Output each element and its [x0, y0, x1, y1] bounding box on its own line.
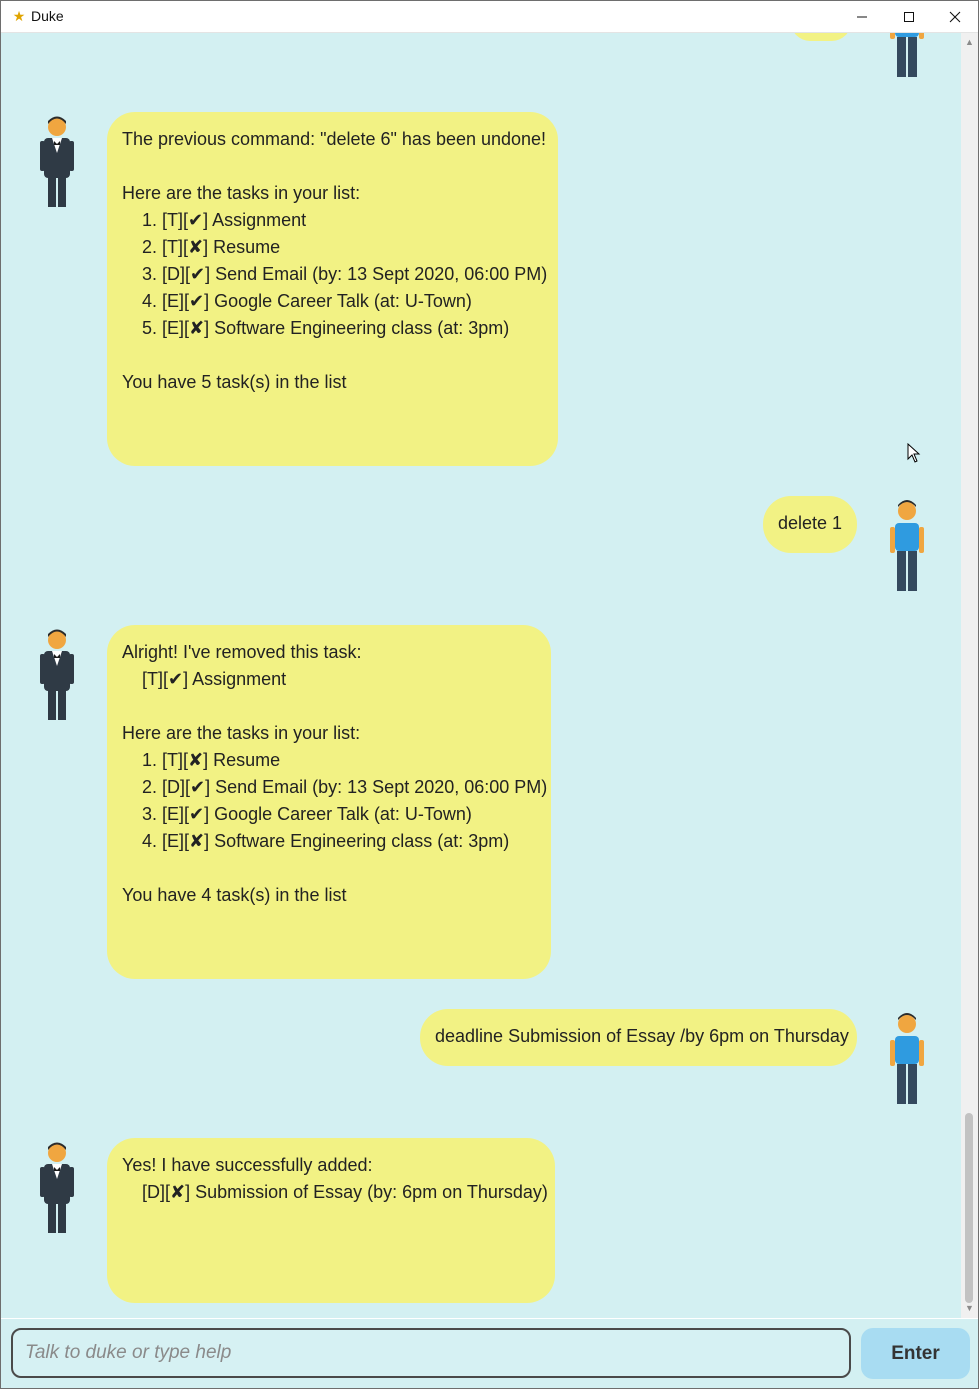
user-message-bubble-partial — [791, 33, 851, 41]
app-window: ★ Duke The previous command: "delete 6" … — [0, 0, 979, 1389]
message-line: delete 1 — [778, 513, 843, 533]
message-line: deadline Submission of Essay /by 6pm on … — [435, 1026, 849, 1046]
message-line: Here are the tasks in your list: — [122, 723, 361, 743]
message-line — [122, 153, 543, 180]
scroll-up-icon[interactable]: ▲ — [961, 35, 978, 49]
message-line — [122, 855, 536, 882]
close-icon — [949, 11, 961, 22]
user-message-bubble: delete 1 — [763, 496, 857, 553]
duke-avatar-icon — [40, 116, 74, 207]
message-line: You have 4 task(s) in the list — [122, 885, 347, 905]
user-avatar-icon — [890, 33, 924, 77]
message-line: 1. [T][✔] Assignment — [122, 210, 307, 230]
vertical-scrollbar[interactable]: ▲ ▼ — [961, 33, 978, 1318]
minimize-icon — [857, 16, 867, 17]
enter-button[interactable]: Enter — [861, 1328, 970, 1379]
message-line: 3. [D][✔] Send Email (by: 13 Sept 2020, … — [122, 264, 548, 284]
message-line — [122, 693, 536, 720]
message-line: [T][✔] Assignment — [122, 669, 287, 689]
duke-avatar-icon — [40, 629, 74, 720]
message-line: 5. [E][✘] Software Engineering class (at… — [122, 318, 510, 338]
scroll-down-icon[interactable]: ▼ — [961, 1301, 978, 1315]
close-button[interactable] — [932, 1, 978, 32]
maximize-icon — [904, 11, 914, 22]
maximize-button[interactable] — [886, 1, 932, 32]
message-line: The previous command: "delete 6" has bee… — [122, 129, 547, 149]
message-line: Alright! I've removed this task: — [122, 642, 362, 662]
duke-message-bubble: The previous command: "delete 6" has bee… — [107, 112, 558, 466]
chat-scroll-pane[interactable]: The previous command: "delete 6" has bee… — [1, 33, 961, 1318]
title-bar: ★ Duke — [1, 1, 978, 33]
message-line — [122, 342, 543, 369]
user-avatar-icon — [890, 500, 924, 591]
message-input[interactable] — [11, 1328, 851, 1378]
duke-message-bubble: Alright! I've removed this task: [T][✔] … — [107, 625, 551, 979]
scrollbar-thumb[interactable] — [965, 1113, 973, 1303]
mouse-cursor-icon — [907, 443, 921, 463]
window-title: Duke — [31, 8, 64, 24]
message-line: 1. [T][✘] Resume — [122, 750, 281, 770]
message-line: [D][✘] Submission of Essay (by: 6pm on T… — [122, 1182, 548, 1202]
message-line: Yes! I have successfully added: — [122, 1155, 373, 1175]
user-message-bubble: deadline Submission of Essay /by 6pm on … — [420, 1009, 857, 1066]
message-line: Here are the tasks in your list: — [122, 183, 361, 203]
message-line: 3. [E][✔] Google Career Talk (at: U-Town… — [122, 804, 472, 824]
minimize-button[interactable] — [839, 1, 885, 32]
input-bar: Enter — [1, 1319, 978, 1388]
message-line: 2. [T][✘] Resume — [122, 237, 281, 257]
duke-message-bubble: Yes! I have successfully added: [D][✘] S… — [107, 1138, 555, 1303]
user-avatar-icon — [890, 1013, 924, 1104]
message-line: 2. [D][✔] Send Email (by: 13 Sept 2020, … — [122, 777, 548, 797]
duke-app-icon: ★ — [12, 8, 26, 24]
message-line: You have 5 task(s) in the list — [122, 372, 347, 392]
message-line: 4. [E][✘] Software Engineering class (at… — [122, 831, 510, 851]
duke-avatar-icon — [40, 1142, 74, 1233]
message-line: 4. [E][✔] Google Career Talk (at: U-Town… — [122, 291, 472, 311]
